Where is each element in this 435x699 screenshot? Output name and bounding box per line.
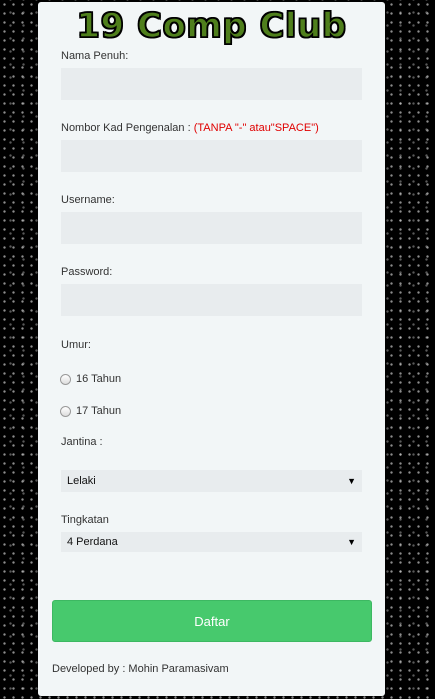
- username-label: Username:: [61, 194, 115, 206]
- ic-label: Nombor Kad Pengenalan : (TANPA "-" atau"…: [61, 122, 319, 134]
- chevron-down-icon: ▼: [347, 476, 356, 486]
- tingkatan-select[interactable]: 4 Perdana ▼: [61, 532, 362, 552]
- radio-16-icon[interactable]: [60, 373, 71, 385]
- tingkatan-label: Tingkatan: [61, 514, 109, 526]
- username-input[interactable]: [61, 212, 362, 244]
- jantina-label: Jantina :: [61, 436, 103, 448]
- daftar-button[interactable]: Daftar: [52, 600, 372, 642]
- umur-option-17[interactable]: 17 Tahun: [60, 405, 121, 417]
- page-title: 19 Comp Club: [76, 5, 347, 47]
- ic-note: (TANPA "-" atau"SPACE"): [193, 122, 319, 134]
- password-input[interactable]: [61, 284, 362, 316]
- umur-option-16-label: 16 Tahun: [76, 373, 122, 385]
- registration-card: 19 Comp Club Nama Penuh: Nombor Kad Peng…: [38, 2, 385, 696]
- nama-label: Nama Penuh:: [61, 50, 129, 62]
- umur-option-16[interactable]: 16 Tahun: [60, 373, 121, 385]
- ic-input[interactable]: [61, 140, 362, 172]
- nama-input[interactable]: [61, 68, 362, 100]
- radio-17-icon[interactable]: [60, 405, 71, 417]
- password-label: Password:: [61, 266, 113, 278]
- tingkatan-selected-value: 4 Perdana: [67, 536, 118, 548]
- ic-label-text: Nombor Kad Pengenalan :: [61, 122, 191, 134]
- jantina-select[interactable]: Lelaki ▼: [61, 470, 362, 492]
- umur-label: Umur:: [61, 339, 91, 351]
- umur-option-17-label: 17 Tahun: [76, 405, 122, 417]
- chevron-down-icon: ▼: [347, 537, 356, 547]
- footer-credit: Developed by : Mohin Paramasivam: [52, 663, 229, 675]
- jantina-selected-value: Lelaki: [67, 475, 96, 487]
